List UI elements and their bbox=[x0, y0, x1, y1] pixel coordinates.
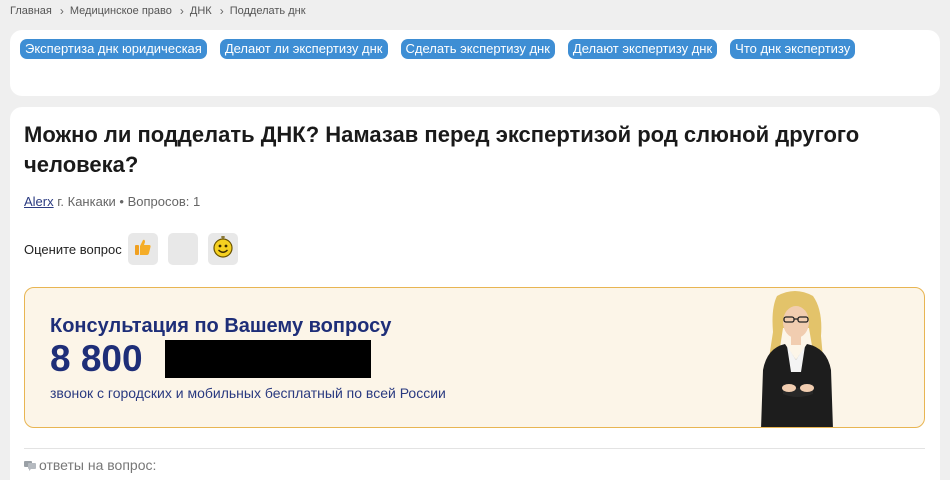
consultation-subtitle: звонок с городских и мобильных бесплатны… bbox=[50, 385, 446, 401]
breadcrumb-home[interactable]: Главная bbox=[10, 5, 52, 17]
author-link[interactable]: Alerx bbox=[24, 194, 54, 209]
tag-link[interactable]: Что днк экспертизу bbox=[730, 39, 856, 59]
tag-link[interactable]: Экспертиза днк юридическая bbox=[20, 39, 207, 59]
rate-funny-button[interactable] bbox=[207, 233, 238, 265]
rate-neutral-button[interactable] bbox=[167, 233, 198, 265]
consultant-photo bbox=[743, 288, 853, 427]
tag-link[interactable]: Делают ли экспертизу днк bbox=[219, 39, 388, 59]
smiley-icon bbox=[211, 235, 235, 264]
chevron-right-icon: › bbox=[179, 4, 184, 18]
consultation-phone[interactable]: 8 800 bbox=[50, 338, 143, 380]
related-tags-card: Экспертиза днк юридическая Делают ли экс… bbox=[10, 30, 940, 96]
breadcrumb: Главная › Медицинское право › ДНК › Подд… bbox=[10, 3, 306, 19]
chevron-right-icon: › bbox=[219, 4, 224, 18]
breadcrumb-dna[interactable]: ДНК bbox=[190, 5, 212, 17]
rating-label: Оцените вопрос bbox=[24, 241, 122, 257]
rating-bar: Оцените вопрос bbox=[24, 231, 248, 267]
breadcrumb-medical-law[interactable]: Медицинское право bbox=[70, 5, 172, 17]
tag-link[interactable]: Сделать экспертизу днк bbox=[400, 39, 555, 59]
author-location: г. Канкаки bbox=[57, 194, 116, 209]
section-divider bbox=[24, 448, 925, 449]
chat-icon bbox=[24, 460, 36, 471]
breadcrumb-current: Подделать днк bbox=[229, 5, 306, 17]
answers-heading: ответы на вопрос: bbox=[24, 457, 156, 473]
phone-redacted-block bbox=[165, 340, 371, 378]
meta-separator: • bbox=[119, 194, 124, 209]
author-questions-count: Вопросов: 1 bbox=[127, 194, 201, 209]
tag-link[interactable]: Делают экспертизу днк bbox=[567, 39, 718, 59]
answers-label: ответы на вопрос: bbox=[39, 457, 157, 473]
rate-like-button[interactable] bbox=[127, 233, 158, 265]
question-meta: Alerx г. Канкаки • Вопросов: 1 bbox=[24, 194, 200, 209]
question-card: Можно ли подделать ДНК? Намазав перед эк… bbox=[10, 107, 940, 480]
tag-list: Экспертиза днк юридическая Делают ли экс… bbox=[20, 39, 930, 63]
thumbs-up-icon bbox=[133, 237, 153, 262]
consultation-banner[interactable]: Консультация по Вашему вопросу 8 800 зво… bbox=[24, 287, 925, 428]
chevron-right-icon: › bbox=[59, 4, 64, 18]
consultation-title: Консультация по Вашему вопросу bbox=[50, 315, 392, 337]
question-title: Можно ли подделать ДНК? Намазав перед эк… bbox=[24, 122, 860, 177]
